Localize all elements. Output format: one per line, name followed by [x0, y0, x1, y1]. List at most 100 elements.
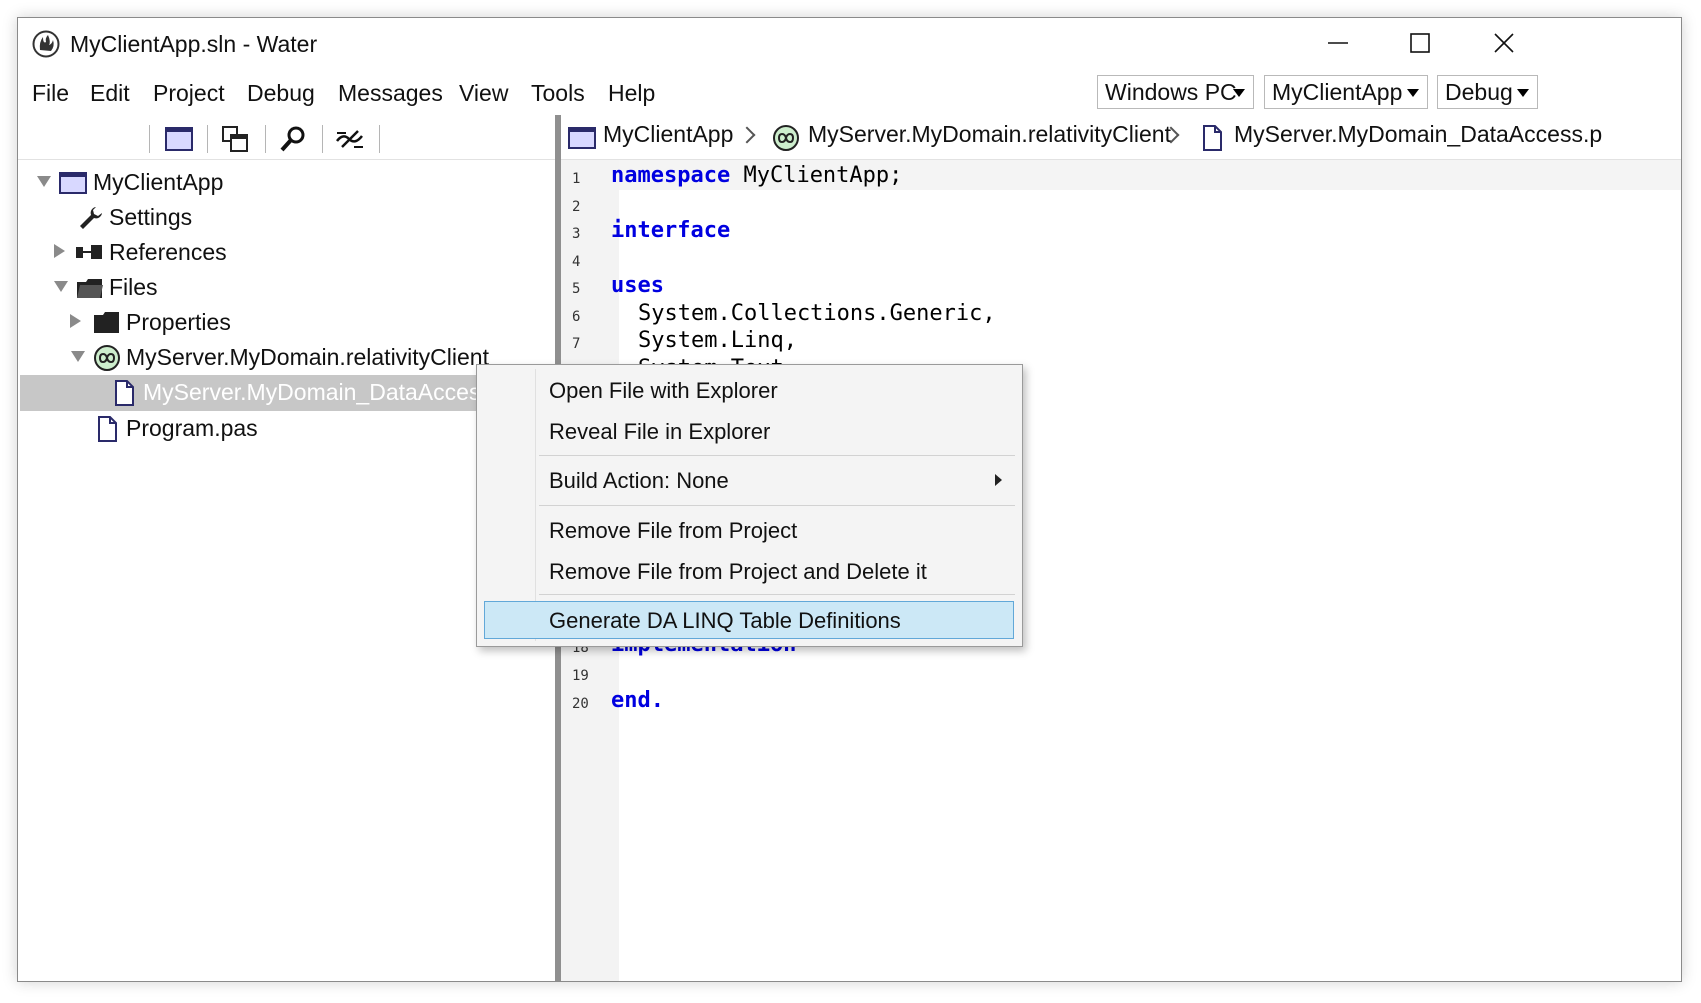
menu-item-build-action[interactable]: Build Action: None — [477, 461, 1020, 499]
menu-item-open-with-explorer[interactable]: Open File with Explorer — [477, 371, 1020, 409]
menu-item-label: Open File with Explorer — [549, 378, 778, 403]
menu-item-label: Remove File from Project — [549, 518, 798, 543]
menu-separator — [539, 594, 1015, 595]
expand-toggle-icon[interactable] — [71, 351, 85, 362]
menu-view[interactable]: View — [459, 80, 508, 107]
breadcrumb-item-file[interactable]: MyServer.MyDomain_DataAccess.p — [1234, 121, 1602, 148]
context-menu: Open File with Explorer Reveal File in E… — [476, 364, 1023, 647]
menu-item-label: Build Action: None — [549, 468, 729, 493]
tree-item-myclientapp[interactable]: MyClientApp — [20, 165, 555, 201]
tree-item-label: MyServer.MyDomain.relativityClient — [126, 344, 489, 370]
code-line[interactable]: end. — [611, 688, 664, 713]
menu-help[interactable]: Help — [608, 80, 655, 107]
line-number: 5 — [572, 281, 581, 297]
chevron-right-icon — [738, 126, 756, 144]
menu-tools[interactable]: Tools — [531, 80, 585, 107]
file-icon — [98, 416, 117, 442]
expand-toggle-icon[interactable] — [54, 244, 65, 258]
tree-item-references[interactable]: References — [20, 235, 555, 271]
menu-item-label: Remove File from Project and Delete it — [549, 559, 927, 584]
code-line[interactable]: namespace MyClientApp; — [611, 163, 902, 188]
code-text: MyClientApp; — [730, 163, 903, 188]
menu-item-reveal-in-explorer[interactable]: Reveal File in Explorer — [477, 412, 1020, 450]
line-number: 7 — [572, 336, 581, 352]
close-icon — [1494, 33, 1514, 53]
menu-messages[interactable]: Messages — [338, 80, 443, 107]
tree-item-label: Settings — [109, 204, 193, 230]
project-dropdown[interactable]: MyClientApp — [1264, 75, 1428, 109]
code-line[interactable]: System.Linq, — [638, 328, 797, 353]
code-line[interactable]: System.Collections.Generic, — [638, 301, 996, 326]
code-keyword: interface — [611, 218, 731, 243]
tree-item-properties[interactable]: Properties — [20, 305, 555, 341]
code-keyword: namespace — [611, 163, 731, 188]
tree-item-label: Program.pas — [126, 415, 258, 441]
menu-separator — [539, 455, 1015, 456]
chevron-right-icon — [995, 474, 1002, 486]
menu-item-generate-linq-definitions[interactable]: Generate DA LINQ Table Definitions — [484, 601, 1014, 639]
window-title: MyClientApp.sln - Water — [70, 31, 318, 57]
line-number: 6 — [572, 309, 581, 325]
breadcrumb: MyClientApp MyServer.MyDomain.relativity… — [561, 115, 1681, 160]
menu-item-label: Reveal File in Explorer — [549, 419, 771, 444]
minimize-icon — [1328, 42, 1348, 44]
menu-debug[interactable]: Debug — [247, 80, 315, 107]
expand-toggle-icon[interactable] — [70, 314, 81, 328]
solution-toolbar — [18, 115, 555, 160]
toolbar-separator — [207, 125, 208, 153]
tree-item-label: References — [109, 239, 227, 265]
code-text: . — [650, 688, 664, 713]
code-line[interactable]: interface — [611, 218, 730, 243]
tree-item-label: MyServer.MyDomain_DataAccess — [143, 379, 492, 405]
expand-toggle-icon[interactable] — [37, 176, 51, 187]
menu-file[interactable]: File — [32, 80, 69, 107]
line-number: 19 — [572, 668, 589, 684]
menu-bar: File Edit Project Debug Messages View To… — [18, 75, 1178, 115]
menu-edit[interactable]: Edit — [90, 80, 130, 107]
relativity-icon — [773, 125, 799, 151]
project-icon — [568, 127, 596, 149]
platform-dropdown[interactable]: Windows PC — [1097, 75, 1254, 109]
tree-item-label: MyClientApp — [93, 169, 224, 195]
solution-tree: MyClientApp Settings References Files Pr… — [18, 160, 555, 980]
maximize-icon — [1410, 33, 1430, 53]
line-number: 20 — [572, 696, 589, 712]
menu-item-remove-and-delete[interactable]: Remove File from Project and Delete it — [477, 552, 1020, 590]
close-button[interactable] — [1474, 26, 1534, 60]
wrench-icon — [80, 207, 102, 229]
breadcrumb-item-project[interactable]: MyClientApp — [603, 121, 733, 148]
project-view-icon[interactable] — [163, 123, 195, 155]
tree-item-relativity-client[interactable]: MyServer.MyDomain.relativityClient — [20, 340, 555, 376]
tree-item-program[interactable]: Program.pas — [20, 411, 555, 447]
configuration-dropdown[interactable]: Debug — [1437, 75, 1538, 109]
expand-toggle-icon[interactable] — [54, 281, 68, 292]
chevron-down-icon — [1407, 89, 1419, 97]
tree-item-label: Properties — [126, 309, 231, 335]
file-icon — [115, 380, 134, 406]
breadcrumb-item-relativity-client[interactable]: MyServer.MyDomain.relativityClient — [808, 121, 1171, 148]
diff-icon[interactable] — [334, 123, 366, 155]
tree-item-files[interactable]: Files — [20, 270, 555, 306]
code-keyword: end — [611, 688, 651, 713]
tree-item-settings[interactable]: Settings — [20, 200, 555, 236]
menu-item-remove-from-project[interactable]: Remove File from Project — [477, 511, 1020, 549]
code-line[interactable]: uses — [611, 273, 664, 298]
chevron-down-icon — [1233, 89, 1245, 97]
minimize-button[interactable] — [1308, 26, 1368, 60]
tree-item-label: Files — [109, 274, 158, 300]
line-number: 3 — [572, 226, 581, 242]
tree-item-dataaccess[interactable]: MyServer.MyDomain_DataAccess — [20, 375, 555, 411]
menu-item-label: Generate DA LINQ Table Definitions — [549, 608, 901, 633]
file-icon — [1203, 125, 1222, 151]
toolbar-separator — [149, 125, 150, 153]
split-view-icon[interactable] — [219, 123, 251, 155]
project-dropdown-value: MyClientApp — [1272, 78, 1403, 105]
line-number: 2 — [572, 199, 581, 215]
menu-project[interactable]: Project — [153, 80, 225, 107]
search-icon[interactable] — [277, 123, 309, 155]
water-drop-icon — [32, 30, 60, 58]
folder-open-icon — [77, 279, 103, 298]
maximize-button[interactable] — [1390, 26, 1450, 60]
ide-window: MyClientApp.sln - Water File Edit Projec… — [17, 17, 1682, 982]
line-number: 4 — [572, 254, 581, 270]
